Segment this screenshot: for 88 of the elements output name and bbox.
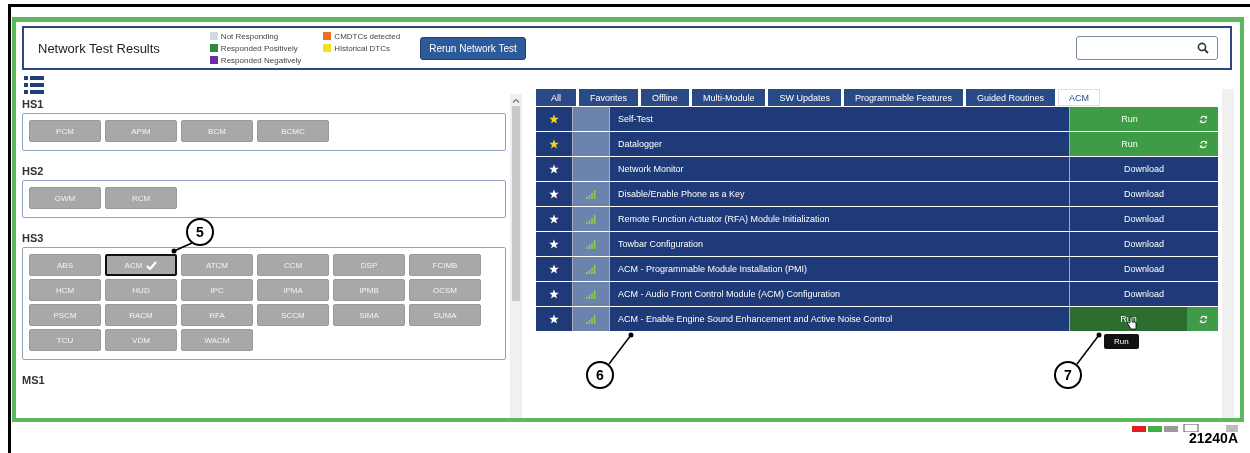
module-button[interactable]: WACM	[181, 329, 253, 351]
scrollbar[interactable]	[1222, 89, 1234, 418]
module-button[interactable]: ACM	[105, 254, 177, 276]
signal-bars-icon	[586, 214, 596, 224]
signal-bars-icon	[586, 289, 596, 299]
tab[interactable]: Favorites	[579, 89, 639, 106]
check-icon	[146, 260, 158, 270]
callout-arrow	[1076, 332, 1102, 365]
tab[interactable]: Offline	[641, 89, 689, 106]
refresh-icon[interactable]	[1199, 139, 1208, 149]
tab[interactable]: ACM	[1058, 89, 1101, 106]
module-button[interactable]: HCM	[29, 279, 101, 301]
star-icon[interactable]	[549, 114, 559, 124]
tab[interactable]: Programmable Features	[843, 89, 963, 106]
tab[interactable]: Multi-Module	[691, 89, 766, 106]
refresh-icon[interactable]	[1199, 314, 1208, 324]
download-button[interactable]: Download	[1070, 257, 1218, 281]
star-icon[interactable]	[549, 214, 559, 224]
download-button[interactable]: Download	[1070, 182, 1218, 206]
page-title: Network Test Results	[38, 40, 160, 56]
figure-number: 21240A	[1188, 430, 1238, 446]
module-button[interactable]: OCSM	[409, 279, 481, 301]
module-button[interactable]: SUMA	[409, 304, 481, 326]
star-icon[interactable]	[549, 264, 559, 274]
module-button[interactable]: SCCM	[257, 304, 329, 326]
module-button[interactable]: BCMC	[257, 120, 329, 142]
search-field[interactable]	[1076, 36, 1218, 60]
module-button[interactable]: RCM	[105, 187, 177, 209]
module-button[interactable]: ATCM	[181, 254, 253, 276]
download-button[interactable]: Download	[1070, 282, 1218, 306]
download-button[interactable]: Download	[1070, 207, 1218, 231]
callout-arrow	[171, 242, 193, 254]
module-button[interactable]: SIMA	[333, 304, 405, 326]
legend-label: Responded Positively	[220, 43, 298, 53]
star-icon[interactable]	[549, 239, 559, 249]
tab[interactable]: All	[536, 89, 576, 106]
tab[interactable]: Guided Routines	[966, 89, 1056, 106]
module-button[interactable]: BCM	[181, 120, 253, 142]
group-heading: HS3	[22, 232, 44, 244]
signal-bars-icon	[586, 314, 596, 324]
list-view-icon[interactable]	[24, 76, 44, 94]
group-heading: HS1	[22, 98, 44, 110]
signal-bars-icon	[586, 189, 596, 199]
module-button[interactable]: RACM	[105, 304, 177, 326]
download-button[interactable]: Download	[1070, 232, 1218, 256]
search-icon	[1197, 42, 1209, 54]
module-button[interactable]: TCU	[29, 329, 101, 351]
module-button[interactable]: IPMA	[257, 279, 329, 301]
legend-label: Historical DTCs	[334, 43, 390, 53]
module-button[interactable]: ABS	[29, 254, 101, 276]
group-heading: HS2	[22, 165, 44, 177]
module-button[interactable]: APIM	[105, 120, 177, 142]
module-button[interactable]: HUD	[105, 279, 177, 301]
star-icon[interactable]	[549, 289, 559, 299]
signal-bars-icon	[586, 239, 596, 249]
routine-name[interactable]: ACM - Programmable Module Installation (PMI)	[610, 257, 1070, 281]
star-icon[interactable]	[549, 139, 559, 149]
refresh-icon[interactable]	[1199, 114, 1208, 124]
star-icon[interactable]	[549, 314, 559, 324]
module-button[interactable]: DSP	[333, 254, 405, 276]
module-button[interactable]: PCM	[29, 120, 101, 142]
module-button[interactable]: RFA	[181, 304, 253, 326]
scrollbar[interactable]	[510, 94, 522, 418]
legend-label: Not Responding	[220, 31, 279, 41]
routine-name[interactable]: ACM - Audio Front Control Module (ACM) Configuration	[610, 282, 1070, 306]
scroll-up-icon[interactable]	[512, 98, 520, 103]
routine-name[interactable]: Network Monitor	[610, 157, 1070, 181]
legend-label: Responded Negatively	[220, 55, 302, 65]
star-icon[interactable]	[549, 164, 559, 174]
module-button[interactable]: CCM	[257, 254, 329, 276]
module-button[interactable]: GWM	[29, 187, 101, 209]
star-icon[interactable]	[549, 189, 559, 199]
routine-name[interactable]: Disable/Enable Phone as a Key	[610, 182, 1070, 206]
rerun-button[interactable]: Rerun Network Test	[420, 36, 526, 60]
module-button[interactable]: IPMB	[333, 279, 405, 301]
callout-arrow	[608, 332, 634, 365]
module-button[interactable]: IPC	[181, 279, 253, 301]
module-button[interactable]: FCIMB	[409, 254, 481, 276]
legend-label: CMDTCs detected	[334, 31, 401, 41]
routine-name[interactable]: Towbar Configuration	[610, 232, 1070, 256]
download-button[interactable]: Download	[1070, 157, 1218, 181]
signal-bars-icon	[586, 264, 596, 274]
module-button[interactable]: PSCM	[29, 304, 101, 326]
module-button[interactable]: VDM	[105, 329, 177, 351]
group-heading: MS1	[22, 374, 45, 386]
tooltip: Run	[1104, 334, 1139, 349]
routine-name[interactable]: Remote Function Actuator (RFA) Module Initialization	[610, 207, 1070, 231]
tab[interactable]: SW Updates	[768, 89, 841, 106]
